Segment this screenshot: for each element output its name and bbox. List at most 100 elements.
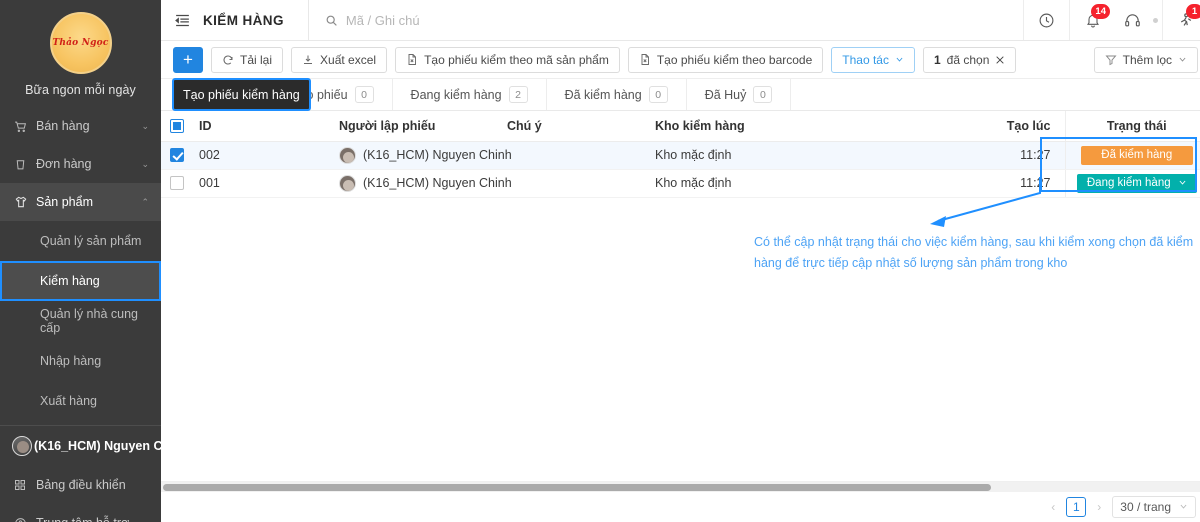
file-icon — [406, 53, 418, 66]
sidebar-item-san-pham[interactable]: Sản phẩm ⌃ — [0, 183, 161, 221]
tab-count: 0 — [354, 86, 374, 103]
status-badge-da-kiem-hang[interactable]: Đã kiểm hàng — [1080, 145, 1193, 165]
horizontal-scrollbar-thumb[interactable] — [163, 484, 991, 491]
action-dropdown-button[interactable]: Thao tác — [831, 46, 915, 73]
row-checkbox[interactable] — [170, 148, 184, 163]
sidebar-label: Trung tâm hỗ trợ — [36, 516, 161, 522]
selected-label: đã chọn — [946, 52, 990, 67]
sidebar-item-trung-tam-ho-tro[interactable]: Trung tâm hỗ trợ — [0, 504, 161, 522]
sidebar-subitem-kiem-hang[interactable]: Kiểm hàng — [0, 261, 161, 301]
status-label: Đang kiểm hàng — [1086, 177, 1171, 189]
chevron-up-icon: ⌃ — [141, 196, 149, 207]
search-icon — [325, 14, 338, 27]
create-by-sku-button[interactable]: Tạo phiếu kiểm theo mã sản phẩm — [395, 46, 620, 73]
inventory-table: ID Người lập phiếu Chú ý Kho kiểm hàng T… — [161, 111, 1200, 198]
close-icon[interactable] — [995, 55, 1005, 65]
action-label: Thao tác — [842, 52, 889, 67]
sidebar-subitem-nhap-hang[interactable]: Nhập hàng — [0, 341, 161, 381]
tooltip-tao-phieu-kiem-hang: Tạo phiếu kiểm hàng — [172, 78, 311, 111]
headset-icon[interactable] — [1115, 0, 1149, 40]
create-by-barcode-button[interactable]: Tạo phiếu kiểm theo barcode — [627, 46, 824, 73]
status-badge-dang-kiem-hang[interactable]: Đang kiểm hàng — [1076, 173, 1197, 193]
tab-count: 2 — [508, 86, 528, 103]
sidebar-item-don-hang[interactable]: Đơn hàng ⌄ — [0, 145, 161, 183]
cell-status: Đã kiểm hàng — [1064, 141, 1200, 170]
page-number-1[interactable]: 1 — [1066, 497, 1087, 517]
bell-badge: 14 — [1091, 4, 1110, 19]
sidebar-subitem-quan-ly-nha-cung-cap[interactable]: Quản lý nhà cung cấp — [0, 301, 161, 341]
sidebar: Thảo Ngọc Bữa ngon mỗi ngày Bán hàng ⌄ Đ… — [0, 0, 189, 522]
horizontal-scrollbar-track[interactable] — [161, 481, 1200, 492]
annotation-text: Có thể cập nhật trạng thái cho việc kiểm… — [754, 232, 1200, 274]
sidebar-item-ban-hang[interactable]: Bán hàng ⌄ — [0, 107, 161, 145]
next-page-button[interactable]: › — [1094, 500, 1104, 514]
menu-collapse-icon[interactable] — [161, 0, 203, 40]
clock-icon[interactable] — [1023, 0, 1069, 40]
reload-button[interactable]: Tải lại — [211, 46, 284, 73]
create-by-barcode-label: Tạo phiếu kiểm theo barcode — [656, 52, 813, 67]
table-header-row: ID Người lập phiếu Chú ý Kho kiểm hàng T… — [161, 111, 1200, 142]
sidebar-label: Bán hàng — [36, 119, 90, 133]
search-input[interactable] — [345, 12, 1023, 28]
header-nguoi-lap-phieu: Người lập phiếu — [333, 111, 501, 142]
tab-da-huy[interactable]: Đã Huỷ 0 — [687, 79, 792, 110]
bell-icon[interactable]: 14 — [1069, 0, 1115, 40]
refresh-icon — [222, 54, 234, 66]
cell-id: 001 — [193, 169, 333, 198]
sidebar-sublabel: Xuất hàng — [40, 394, 97, 408]
chevron-down-icon — [1179, 502, 1188, 513]
chevron-down-icon: ⌄ — [141, 158, 149, 169]
add-button[interactable]: + — [173, 46, 203, 73]
table-container: ID Người lập phiếu Chú ý Kho kiểm hàng T… — [161, 111, 1200, 481]
cell-user: (K16_HCM) Nguyen Chinh — [333, 169, 512, 198]
sidebar-user[interactable]: (K16_HCM) Nguyen Chinh — [0, 426, 189, 466]
grid-icon — [14, 479, 36, 491]
pagination-bar: ‹ 1 › 30 / trang — [161, 492, 1200, 522]
logo-area: Thảo Ngọc Bữa ngon mỗi ngày — [0, 0, 161, 97]
cell-status: Đang kiểm hàng — [1064, 169, 1200, 198]
select-all-checkbox[interactable] — [170, 119, 184, 134]
tab-count: 0 — [648, 86, 668, 103]
header-trang-thai: Trạng thái — [1064, 111, 1200, 142]
cell-user-name: (K16_HCM) Nguyen Chinh — [363, 176, 512, 190]
table-body: 002 (K16_HCM) Nguyen Chinh Kho mặc định … — [161, 141, 1200, 198]
tab-da-kiem-hang[interactable]: Đã kiểm hàng 0 — [547, 79, 687, 110]
cell-user: (K16_HCM) Nguyen Chinh — [333, 141, 512, 170]
selected-count: 1 — [933, 52, 941, 67]
create-by-sku-label: Tạo phiếu kiểm theo mã sản phẩm — [424, 52, 609, 67]
table-head: ID Người lập phiếu Chú ý Kho kiểm hàng T… — [161, 111, 1200, 142]
page-size-select[interactable]: 30 / trang — [1112, 496, 1196, 518]
filter-button[interactable]: Thêm lọc — [1093, 46, 1198, 73]
chevron-down-icon — [1178, 55, 1187, 64]
download-icon — [302, 54, 314, 66]
tab-label: Đã Huỷ — [704, 87, 747, 102]
cell-warehouse: Kho mặc định — [649, 169, 905, 198]
sidebar-label: Sản phẩm — [36, 195, 93, 209]
topbar: KIỂM HÀNG Mã / Ghi chú 14 1 — [161, 0, 1200, 41]
bag-icon — [14, 158, 36, 171]
row-checkbox[interactable] — [170, 176, 184, 191]
tab-bar: Tất cả Đang tạo phiếu 0 Đang kiểm hàng 2… — [161, 78, 1200, 111]
prev-page-button[interactable]: ‹ — [1048, 500, 1058, 514]
header-id: ID — [193, 111, 333, 142]
toolbar: + Tải lại Xuất excel Tạo phiếu kiểm theo… — [161, 41, 1200, 79]
search-box[interactable] — [307, 0, 1023, 40]
sidebar-subitem-quan-ly-san-pham[interactable]: Quản lý sản phẩm — [0, 221, 161, 261]
cell-note — [501, 141, 649, 170]
selected-count-chip[interactable]: 1 đã chọn — [922, 46, 1017, 73]
table-row[interactable]: 001 (K16_HCM) Nguyen Chinh Kho mặc định … — [161, 169, 1200, 198]
sidebar-sublabel: Quản lý nhà cung cấp — [40, 307, 138, 335]
file-icon — [639, 53, 651, 66]
cell-time: 11:27 — [905, 141, 1065, 170]
export-excel-button[interactable]: Xuất excel — [291, 46, 388, 73]
page-title: KIỂM HÀNG — [203, 12, 284, 28]
sidebar-item-bang-dieu-khien[interactable]: Bảng điều khiển — [0, 466, 161, 504]
tab-label: Đang kiểm hàng — [410, 87, 502, 102]
table-row[interactable]: 002 (K16_HCM) Nguyen Chinh Kho mặc định … — [161, 141, 1200, 170]
user-walk-icon[interactable]: 1 — [1162, 0, 1200, 40]
filter-icon — [1105, 54, 1117, 66]
tab-dang-kiem-hang[interactable]: Đang kiểm hàng 2 — [393, 79, 547, 110]
sidebar-subitem-xuat-hang[interactable]: Xuất hàng — [0, 381, 161, 421]
header-kho-kiem-hang: Kho kiểm hàng — [649, 111, 905, 142]
row-checkbox-cell — [161, 141, 193, 170]
